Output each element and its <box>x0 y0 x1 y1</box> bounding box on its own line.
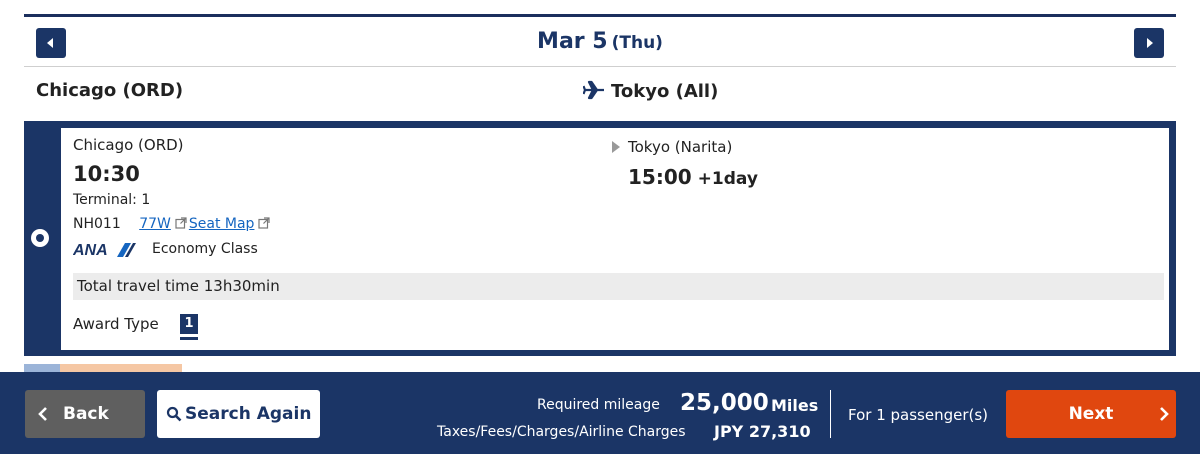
back-button-label: Back <box>63 404 109 424</box>
date-label: Mar 5 <box>537 29 608 54</box>
header-divider <box>24 66 1176 67</box>
next-card-edge-highlight <box>60 364 182 372</box>
flight-number: NH011 <box>73 216 121 232</box>
cabin-class: Economy Class <box>152 241 258 257</box>
route-destination-label: Tokyo (All) <box>611 81 719 102</box>
flight-details-panel <box>61 128 1169 350</box>
departure-city: Chicago (ORD) <box>73 136 184 154</box>
taxes-label: Taxes/Fees/Charges/Airline Charges <box>437 424 686 440</box>
mileage-unit: Miles <box>771 396 819 415</box>
search-again-label: Search Again <box>185 404 312 424</box>
next-day-button[interactable] <box>1134 28 1164 58</box>
required-mileage-label: Required mileage <box>537 397 660 413</box>
arrival-time: 15:00 <box>628 165 692 189</box>
back-button[interactable]: Back <box>25 390 145 438</box>
route-destination: Tokyo (All) <box>582 80 719 102</box>
award-type-underline <box>180 337 198 340</box>
ana-airline-logo: ANA <box>73 242 136 258</box>
passenger-count: For 1 passenger(s) <box>848 406 989 424</box>
seat-map-link[interactable]: Seat Map <box>189 216 255 232</box>
arrival-time-row: 15:00 +1day <box>628 165 758 189</box>
search-icon <box>166 406 182 422</box>
triangle-right-icon <box>612 141 620 153</box>
award-type-badge[interactable]: 1 <box>180 314 198 334</box>
total-travel-time: Total travel time 13h30min <box>73 273 1164 300</box>
next-button[interactable]: Next <box>1006 390 1176 438</box>
departure-terminal: Terminal: 1 <box>73 192 151 208</box>
aircraft-link[interactable]: 77W <box>139 216 171 232</box>
chevron-right-icon <box>1160 407 1169 421</box>
external-link-icon <box>175 217 187 229</box>
arrival-day-offset: +1day <box>697 169 758 189</box>
search-again-button[interactable]: Search Again <box>157 390 320 438</box>
taxes-value: JPY 27,310 <box>714 422 811 441</box>
next-card-edge <box>24 364 60 372</box>
arrival-city-row: Tokyo (Narita) <box>611 138 732 156</box>
flight-info-row: NH011 77W Seat Map <box>73 216 272 232</box>
route-origin: Chicago (ORD) <box>36 80 184 101</box>
required-mileage-value: 25,000 <box>680 390 769 416</box>
top-divider <box>24 14 1176 17</box>
footer-divider <box>830 390 831 438</box>
next-button-label: Next <box>1068 404 1114 424</box>
airplane-icon <box>582 80 604 100</box>
external-link-icon <box>258 217 271 229</box>
arrival-city: Tokyo (Narita) <box>628 138 733 156</box>
selected-date: Mar 5 (Thu) <box>0 29 1200 54</box>
chevron-left-icon <box>38 407 47 421</box>
day-of-week: (Thu) <box>611 33 663 53</box>
ana-logo-text: ANA <box>73 242 108 258</box>
chevron-right-icon <box>1147 38 1153 48</box>
departure-time: 10:30 <box>73 162 140 186</box>
flight-select-radio[interactable] <box>31 229 49 247</box>
award-type-label: Award Type <box>73 315 159 333</box>
